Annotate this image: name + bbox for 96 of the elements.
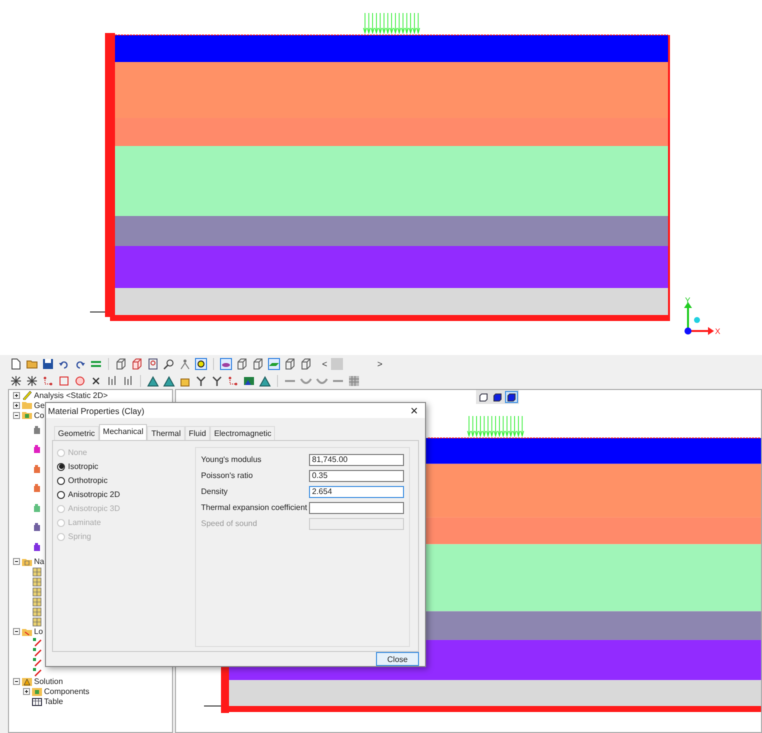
table-icon [32,696,42,706]
folder-icon[interactable] [26,358,38,370]
triangle-icon[interactable] [259,374,271,386]
cube-icon[interactable] [115,358,127,370]
load-icon [32,656,42,666]
tree-item[interactable]: Na [34,557,44,566]
folder-icon [22,556,32,566]
cube-icon[interactable] [236,358,248,370]
shape-icon[interactable] [220,358,232,370]
expander-toggle[interactable] [13,628,20,635]
mesh-icon [32,576,42,586]
property-label: Poisson's ratio [201,471,253,480]
columns-icon[interactable] [106,374,118,386]
view-button[interactable] [505,391,518,403]
expander-toggle[interactable] [13,402,20,408]
mesh-icon [32,616,42,626]
folder-icon [22,410,32,420]
star-icon[interactable] [10,374,22,386]
target-icon[interactable] [195,358,207,370]
tree-item[interactable]: Solution [34,677,63,686]
tab[interactable]: Fluid [184,426,210,440]
property-field[interactable]: 2.654 [309,486,404,498]
property-field[interactable]: 81,745.00 [309,454,404,466]
load-icon [32,666,42,676]
tree-item[interactable]: Co [34,410,44,420]
ball-icon[interactable] [74,374,86,386]
load-icon [32,636,42,646]
figure-icon[interactable] [179,358,191,370]
fork-icon[interactable] [195,374,207,386]
mesh-icon [32,566,42,576]
view-button[interactable] [477,391,490,403]
expander-toggle[interactable] [23,688,30,695]
tree-item[interactable]: Ge [34,400,45,410]
mesh-icon [32,606,42,616]
cube-icon[interactable] [284,358,296,370]
property-label: Young's modulus [201,455,262,464]
property-field[interactable]: 0.35 [309,470,404,482]
mesh-icon [32,586,42,596]
cube-icon[interactable] [131,358,143,370]
expander-toggle[interactable] [13,678,20,685]
folder-icon [22,626,32,636]
radio-option[interactable]: Isotropic [57,462,185,471]
triangle-icon[interactable] [147,374,159,386]
fork-icon[interactable] [211,374,223,386]
tab[interactable]: Mechanical [98,424,148,440]
property-label: Thermal expansion coefficient [201,503,308,512]
property-label: Speed of sound [201,519,258,528]
mesh-icon [32,596,42,606]
scroll-right-button[interactable]: > [375,358,385,368]
tree-item[interactable]: Lo [34,627,43,636]
expander-toggle[interactable] [13,558,20,565]
cube-icon[interactable] [300,358,312,370]
folder-icon [22,400,32,410]
expander-toggle[interactable] [13,412,20,418]
tree-item[interactable]: Components [44,687,90,696]
property-label: Density [201,487,228,496]
close-dialog-button[interactable]: Close [376,652,419,666]
star-icon[interactable] [26,374,38,386]
radio-option[interactable]: Anisotropic 2D [57,490,185,499]
load-icon [32,646,42,656]
radio-option[interactable]: Orthotropic [57,476,185,485]
tree-item[interactable]: Analysis <Static 2D> [34,390,108,400]
picture-icon[interactable] [243,374,255,386]
tab[interactable]: Geometric [54,426,99,440]
cross-icon[interactable] [90,374,102,386]
z-axis-dot [694,317,700,323]
slab-icon[interactable] [268,358,280,370]
grid-icon[interactable] [348,374,360,386]
x-axis-label: X [715,327,720,336]
nodes-icon[interactable] [42,374,54,386]
zoom-icon[interactable] [163,358,175,370]
triangle-icon[interactable] [163,374,175,386]
view-button[interactable] [491,391,504,403]
origin-dot [684,328,692,334]
pencil-icon [22,390,32,400]
warning-icon [22,676,32,686]
nodes-icon[interactable] [227,374,239,386]
property-field[interactable] [309,502,404,514]
tree-item[interactable]: Table [44,697,64,706]
scroll-left-button[interactable]: < [320,358,330,368]
tab[interactable]: Thermal [147,426,185,440]
new-file-icon[interactable] [10,358,22,370]
frame-icon[interactable] [147,358,159,370]
scrollbar-thumb[interactable] [331,358,344,370]
load-arrows-drawing [363,12,420,34]
tab[interactable]: Electromagnetic [210,426,276,440]
columns-icon[interactable] [122,374,134,386]
cube-icon[interactable] [252,358,264,370]
load-arrows-drawing [467,416,524,438]
components-icon [32,686,42,696]
save-icon[interactable] [42,358,54,370]
square-icon[interactable] [58,374,70,386]
expander-toggle[interactable] [13,392,20,398]
dialog-title: Material Properties (Clay) [48,406,144,416]
y-axis-label: Y [685,296,690,305]
close-button[interactable]: × [407,403,421,418]
